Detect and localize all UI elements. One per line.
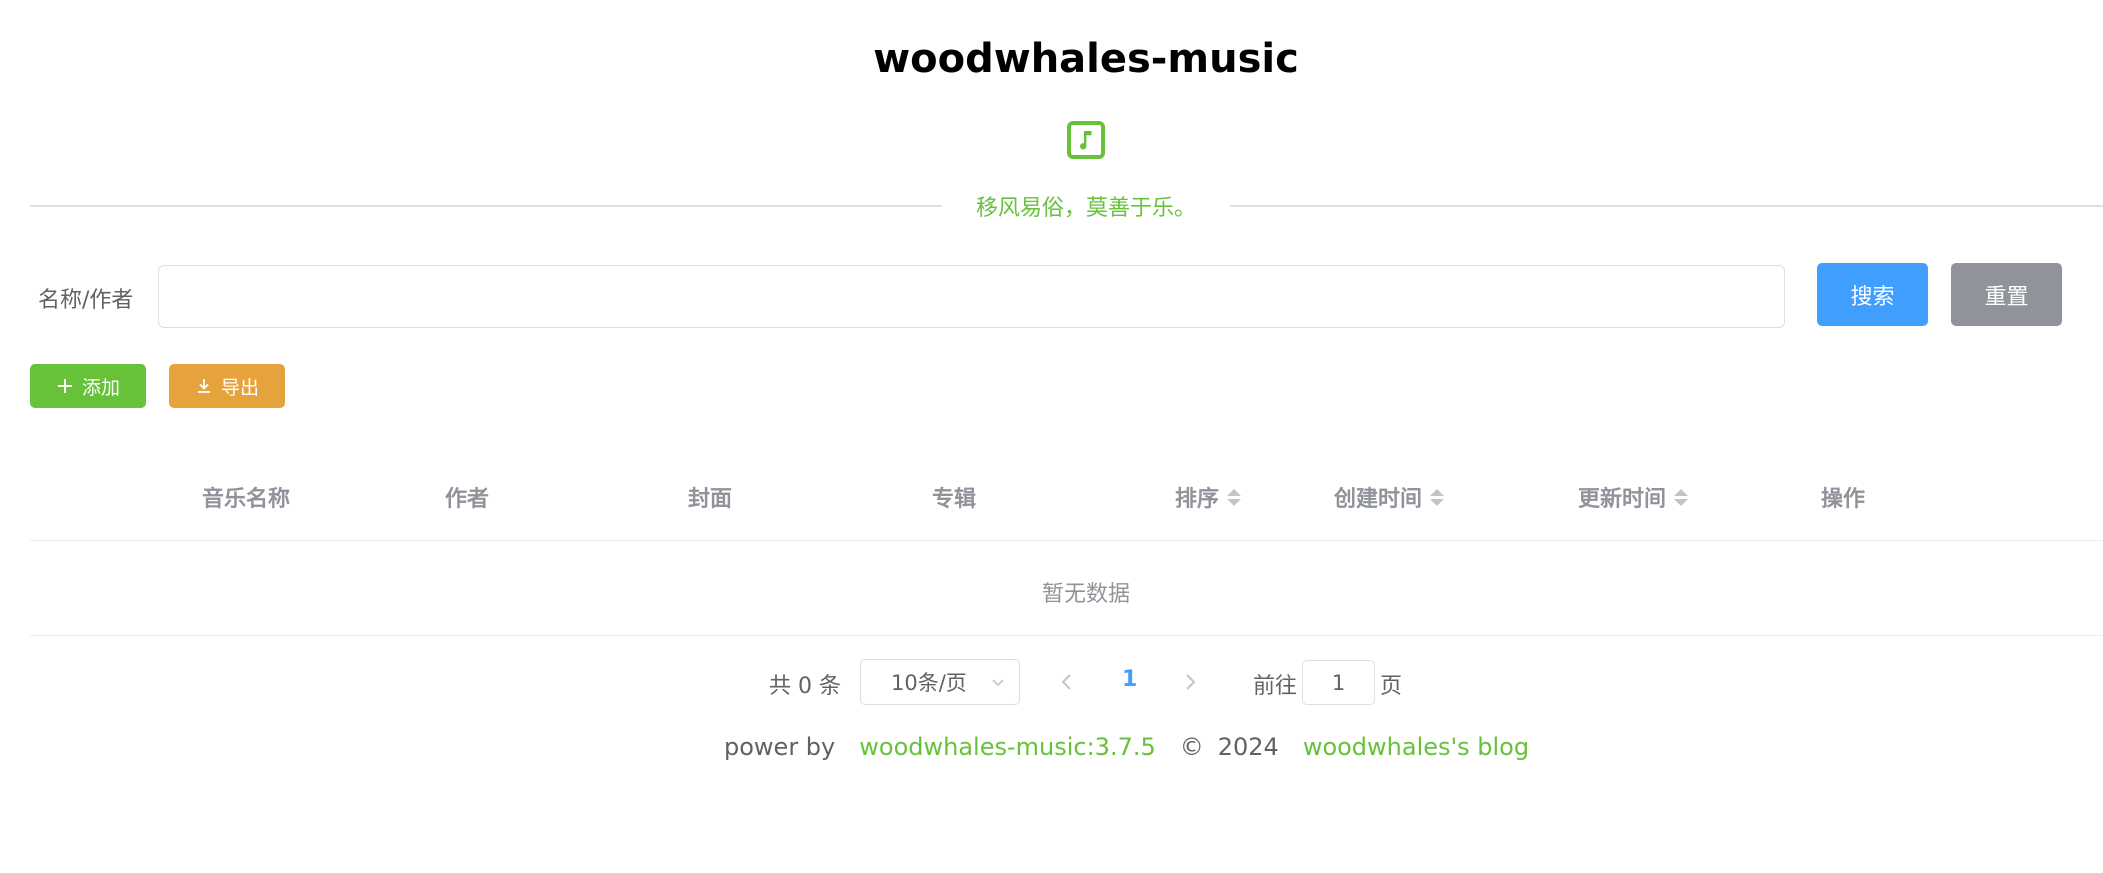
- pagination-page-suffix: 页: [1380, 674, 1403, 699]
- reset-button-label: 重置: [1984, 284, 2029, 310]
- column-header: 操作: [1821, 454, 1865, 540]
- sort-caret-icon[interactable]: [1430, 488, 1445, 506]
- page-number-current[interactable]: 1: [1122, 667, 1137, 692]
- column-header-label: 排序: [1175, 487, 1220, 512]
- add-button-label: 添加: [81, 376, 120, 399]
- footer-power-by: power by: [724, 733, 836, 761]
- empty-text: 暂无数据: [1041, 582, 1130, 607]
- page-title: woodwhales-music: [873, 36, 1299, 82]
- export-button-label: 导出: [220, 376, 259, 399]
- column-header-label: 更新时间: [1578, 487, 1667, 512]
- divider-left: [30, 205, 942, 207]
- column-header-label: 创建时间: [1334, 487, 1423, 512]
- table-header: 音乐名称 作者 封面 专辑 排序 创建时间 更新时间 操作: [30, 454, 2103, 541]
- pagination-goto-label: 前往: [1253, 674, 1298, 699]
- chevron-down-icon: [992, 679, 1004, 687]
- column-header: 专辑: [932, 454, 976, 540]
- table-empty-row: 暂无数据: [30, 542, 2103, 636]
- page: woodwhales-music 移风易俗，莫善于乐。 名称/作者 搜索 重置 …: [0, 0, 2103, 873]
- pagination-total: 共 0 条: [769, 674, 841, 699]
- column-header-label: 专辑: [932, 487, 977, 512]
- export-button[interactable]: 导出: [169, 364, 285, 408]
- add-button[interactable]: 添加: [30, 364, 146, 408]
- footer-version-link[interactable]: woodwhales-music:3.7.5: [859, 733, 1155, 761]
- sort-caret-icon[interactable]: [1674, 488, 1689, 506]
- footer-year: 2024: [1217, 733, 1279, 761]
- column-header-sortable[interactable]: 更新时间: [1578, 454, 1689, 540]
- column-header-label: 操作: [1821, 487, 1866, 512]
- column-header-label: 作者: [445, 487, 490, 512]
- footer-blog-link[interactable]: woodwhales's blog: [1303, 733, 1529, 761]
- divider-right: [1230, 205, 2103, 207]
- footer-copyright: ©: [1179, 733, 1204, 761]
- column-header-sortable[interactable]: 创建时间: [1334, 454, 1445, 540]
- chevron-left-icon[interactable]: [1056, 669, 1078, 695]
- download-icon: [197, 379, 210, 393]
- search-input[interactable]: [158, 265, 1785, 328]
- footer: power by woodwhales-music:3.7.5 © 2024 w…: [724, 733, 1529, 761]
- column-header: 封面: [688, 454, 732, 540]
- column-header-label: 音乐名称: [202, 487, 291, 512]
- chevron-right-icon[interactable]: [1179, 669, 1201, 695]
- page-jump-input[interactable]: [1302, 660, 1375, 705]
- music-note-icon: [1067, 121, 1105, 159]
- search-label: 名称/作者: [38, 288, 134, 313]
- reset-button[interactable]: 重置: [1951, 263, 2062, 326]
- search-button-label: 搜索: [1850, 284, 1895, 310]
- column-header: 作者: [445, 454, 489, 540]
- page-size-value: 10条/页: [891, 671, 967, 695]
- search-button[interactable]: 搜索: [1817, 263, 1928, 326]
- column-header-label: 封面: [688, 487, 733, 512]
- plus-icon: [57, 379, 72, 393]
- column-header-sortable[interactable]: 排序: [1175, 454, 1242, 540]
- column-header: 音乐名称: [202, 454, 290, 540]
- page-size-select[interactable]: 10条/页: [860, 659, 1020, 705]
- slogan: 移风易俗，莫善于乐。: [975, 196, 1196, 221]
- sort-caret-icon[interactable]: [1227, 488, 1242, 506]
